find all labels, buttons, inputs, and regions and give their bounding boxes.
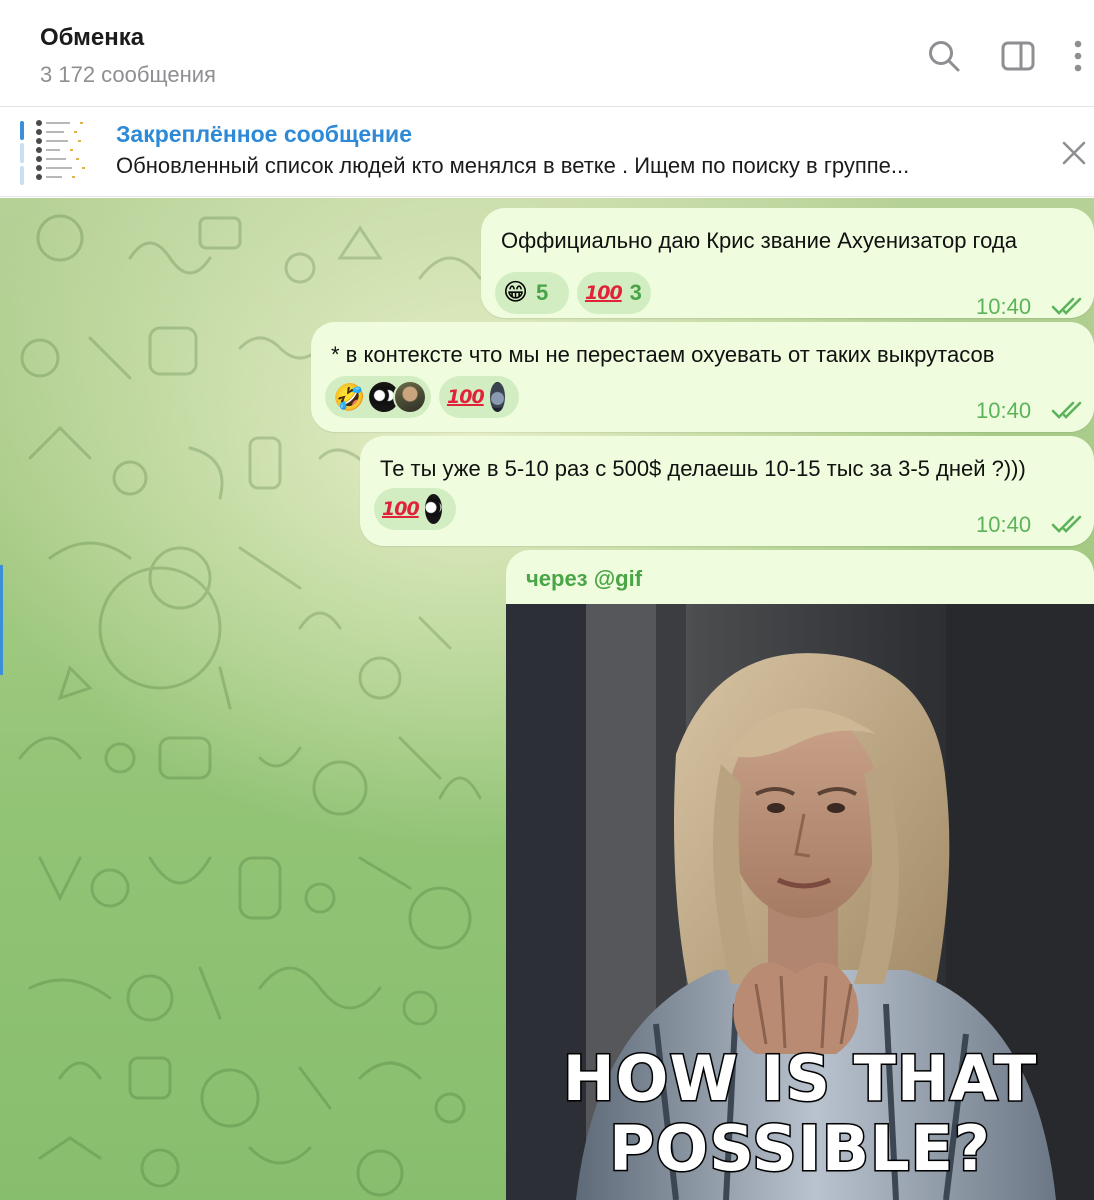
message-bubble[interactable]: Оффициально даю Крис звание Ахуенизатор … bbox=[481, 208, 1094, 319]
search-icon bbox=[929, 41, 960, 72]
reaction-count: 3 bbox=[629, 280, 642, 305]
double-check-icon bbox=[1051, 401, 1082, 419]
gif-message-bubble[interactable]: через @gif HOW IS THAT POSSIBLE? bbox=[506, 550, 1094, 1200]
pinned-indicator bbox=[20, 121, 24, 185]
rofl-emoji-icon: 🤣 bbox=[333, 381, 366, 412]
reaction-grin[interactable]: 😁 5 bbox=[495, 272, 569, 314]
grin-emoji-icon: 😁 bbox=[503, 279, 529, 306]
more-button[interactable] bbox=[1062, 34, 1094, 78]
close-icon bbox=[1062, 141, 1086, 165]
hundred-emoji-icon: 100 bbox=[447, 386, 485, 408]
message-text: Те ты уже в 5-10 раз с 500$ делаешь 10-1… bbox=[380, 456, 1026, 481]
scroll-indicator bbox=[0, 565, 3, 675]
reaction-hundred[interactable]: 100 3 bbox=[577, 272, 651, 314]
pinned-title: Закреплённое сообщение bbox=[116, 121, 412, 147]
reaction-count: 5 bbox=[536, 280, 549, 305]
sidebar-toggle-icon bbox=[1001, 41, 1035, 71]
message-bubble[interactable]: * в контексте что мы не перестаем охуева… bbox=[311, 322, 1094, 432]
message-time: 10:40 bbox=[976, 398, 1032, 423]
pinned-message-bar[interactable]: Закреплённое сообщение Обновленный списо… bbox=[0, 107, 1094, 197]
soldier-avatar bbox=[393, 380, 427, 414]
sidebar-toggle-button[interactable] bbox=[996, 34, 1040, 78]
gif-animation[interactable]: HOW IS THAT POSSIBLE? bbox=[506, 604, 1094, 1200]
message-time: 10:40 bbox=[976, 512, 1032, 537]
pinned-thumbnail bbox=[36, 119, 96, 185]
message-text: * в контексте что мы не перестаем охуева… bbox=[331, 342, 995, 367]
message-count: 3 172 сообщения bbox=[40, 62, 216, 87]
chat-header: Обменка 3 172 сообщения bbox=[0, 0, 1094, 107]
more-icon bbox=[1074, 40, 1082, 72]
via-bot-label[interactable]: через @gif bbox=[526, 566, 642, 592]
message-bubble[interactable]: Те ты уже в 5-10 раз с 500$ делаешь 10-1… bbox=[360, 436, 1094, 546]
chat-area[interactable]: Оффициально даю Крис звание Ахуенизатор … bbox=[0, 198, 1094, 1200]
gorilla-avatar bbox=[487, 380, 507, 414]
message-text: Оффициально даю Крис звание Ахуенизатор … bbox=[501, 228, 1017, 253]
owl-avatar bbox=[422, 492, 444, 526]
search-button[interactable] bbox=[922, 34, 966, 78]
chat-title[interactable]: Обменка bbox=[40, 24, 144, 52]
gif-caption-line2: POSSIBLE? bbox=[608, 1111, 992, 1187]
reaction-laugh[interactable]: 🤣 bbox=[325, 376, 431, 418]
gif-caption-line1: HOW IS THAT bbox=[561, 1041, 1038, 1117]
double-check-icon bbox=[1051, 297, 1082, 315]
message-time: 10:40 bbox=[976, 294, 1032, 319]
pinned-close-button[interactable] bbox=[1054, 133, 1094, 173]
hundred-emoji-icon: 100 bbox=[585, 282, 623, 304]
double-check-icon bbox=[1051, 515, 1082, 533]
pinned-text: Обновленный список людей кто менялся в в… bbox=[116, 153, 910, 178]
hundred-emoji-icon: 100 bbox=[382, 498, 420, 520]
reaction-hundred[interactable]: 100 bbox=[374, 488, 456, 530]
reaction-hundred[interactable]: 100 bbox=[439, 376, 519, 418]
